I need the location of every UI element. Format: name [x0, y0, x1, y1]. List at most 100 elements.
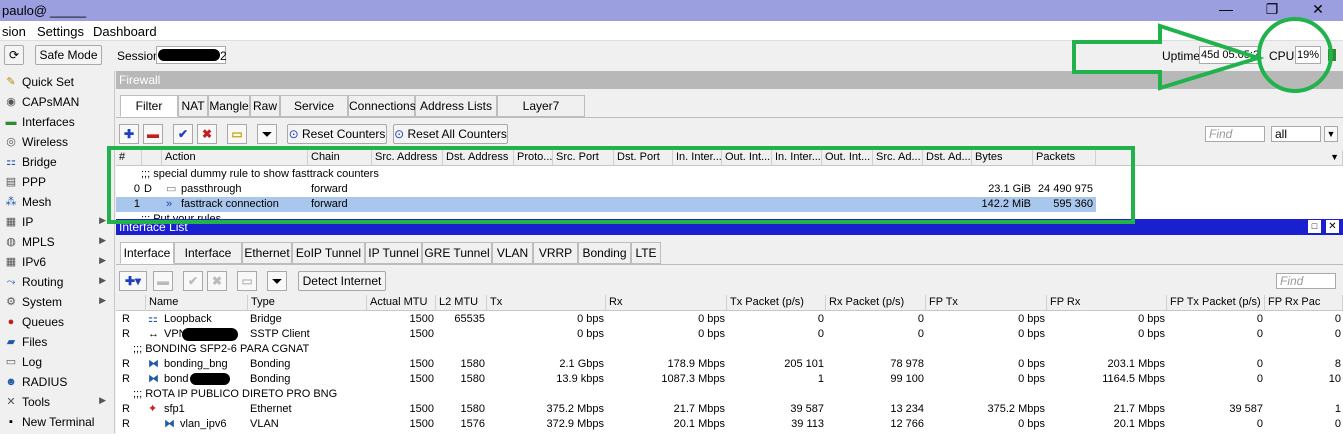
sidebar-item-mesh[interactable]: ⁂ Mesh: [0, 192, 114, 212]
tab-mangle[interactable]: Mangle: [208, 95, 250, 117]
refresh-icon[interactable]: ⟳: [4, 45, 24, 65]
sidebar-item-ipv6[interactable]: ▦ IPv6 ▶: [0, 252, 114, 272]
tab-address-lists[interactable]: Address Lists: [415, 95, 497, 117]
session-suffix: 2: [220, 49, 227, 63]
interface-list-tabs: InterfaceInterface ListEthernetEoIP Tunn…: [120, 242, 820, 280]
disable-icon[interactable]: ✖: [197, 124, 217, 144]
sidebar-item-quick-set[interactable]: ✎ Quick Set: [0, 72, 114, 92]
tab-ip-tunnel[interactable]: IP Tunnel: [365, 242, 422, 264]
sidebar-item-label: MPLS: [22, 235, 55, 249]
sidebar-item-routing[interactable]: ⤳ Routing ▶: [0, 272, 114, 292]
remove-icon[interactable]: ▬: [153, 271, 173, 291]
sidebar-item-files[interactable]: ▰ Files: [0, 332, 114, 352]
minimize-button[interactable]: —: [1203, 0, 1249, 21]
tab-vrrp[interactable]: VRRP: [533, 242, 578, 264]
tab-eoip-tunnel[interactable]: EoIP Tunnel: [292, 242, 365, 264]
column-header[interactable]: FP Tx Packet (p/s): [1167, 295, 1265, 311]
sidebar-item-system[interactable]: ⚙ System ▶: [0, 292, 114, 312]
column-header[interactable]: L2 MTU: [436, 295, 487, 311]
sidebar-item-bridge[interactable]: ⚏ Bridge: [0, 152, 114, 172]
filter-icon[interactable]: ⏷: [257, 124, 277, 144]
tab-interface-list[interactable]: Interface List: [174, 242, 242, 280]
chevron-right-icon: ▶: [99, 395, 106, 405]
bonding-icon: ⧓: [148, 373, 159, 385]
add-icon[interactable]: ✚: [119, 124, 139, 144]
terminal-icon: ▪: [9, 416, 13, 428]
sidebar: ✎ Quick Set ◉ CAPsMAN ▬ Interfaces ◎ Wireless ⚏ B…: [0, 71, 115, 433]
add-dropdown-icon[interactable]: ✚▾: [119, 271, 147, 291]
filter-dropdown-icon[interactable]: ▼: [1324, 126, 1338, 142]
menu-dashboard[interactable]: Dashboard: [93, 24, 157, 39]
tab-layer7-protocols[interactable]: Layer7 Protocols: [497, 95, 585, 133]
tab-raw[interactable]: Raw: [250, 95, 280, 117]
column-header[interactable]: Actual MTU: [367, 295, 436, 311]
column-header[interactable]: Rx: [606, 295, 727, 311]
sidebar-item-tools[interactable]: ✕ Tools ▶: [0, 392, 114, 412]
firewall-filter-select[interactable]: all: [1271, 126, 1321, 142]
column-header[interactable]: [116, 295, 146, 311]
tab-ethernet[interactable]: Ethernet: [242, 242, 292, 264]
interface-mtu: 1500: [409, 373, 434, 385]
remove-icon[interactable]: ▬: [143, 124, 163, 144]
interface-flag: R: [122, 418, 130, 430]
enable-icon[interactable]: ✔: [183, 271, 203, 291]
sidebar-item-new-terminal[interactable]: ▪ New Terminal: [0, 412, 114, 432]
tab-nat[interactable]: NAT: [178, 95, 208, 117]
sidebar-item-mpls[interactable]: ◍ MPLS ▶: [0, 232, 114, 252]
redaction-mark: [158, 49, 220, 61]
interface-fp-rx-packets: 1: [1334, 403, 1341, 415]
interface-find-input[interactable]: Find: [1276, 273, 1336, 289]
enable-icon[interactable]: ✔: [173, 124, 193, 144]
column-header[interactable]: Type: [248, 295, 367, 311]
tab-vlan[interactable]: VLAN: [492, 242, 533, 264]
interface-flag: R: [122, 373, 130, 385]
menu-session[interactable]: sion: [2, 24, 26, 39]
interface-fp-rx: 203.1 Mbps: [1107, 358, 1165, 370]
sidebar-item-capsman[interactable]: ◉ CAPsMAN: [0, 92, 114, 112]
interface-rx: 21.7 Mbps: [673, 403, 725, 415]
disable-icon[interactable]: ✖: [207, 271, 227, 291]
tab-filter-rules[interactable]: Filter Rules: [120, 95, 178, 133]
safe-mode-button[interactable]: Safe Mode: [35, 45, 102, 65]
column-header[interactable]: FP Rx Pac: [1265, 295, 1343, 311]
tab-gre-tunnel[interactable]: GRE Tunnel: [422, 242, 492, 264]
tab-connections[interactable]: Connections: [348, 95, 416, 117]
interface-fp-tx: 0 bps: [1018, 373, 1045, 385]
column-header[interactable]: FP Tx: [926, 295, 1047, 311]
window-title: paulo@: [2, 3, 48, 18]
interface-rx-packets: 0: [917, 328, 924, 340]
maximize-icon[interactable]: □: [1308, 220, 1321, 233]
interface-comment: ;;; BONDING SFP2-6 PARA CGNAT: [133, 343, 310, 355]
menu-settings[interactable]: Settings: [37, 24, 84, 39]
sidebar-item-label: New Terminal: [22, 415, 95, 429]
interface-table: Name Type Actual MTU L2 MTU Tx Rx Tx Packet (p…: [116, 295, 1343, 434]
sidebar-item-interfaces[interactable]: ▬ Interfaces: [0, 112, 114, 132]
sidebar-item-ip[interactable]: ▦ IP ▶: [0, 212, 114, 232]
close-icon[interactable]: ✕: [1326, 220, 1339, 233]
bonding-icon: ⧓: [148, 358, 159, 370]
reset-counters-button[interactable]: ⊙ Reset Counters: [287, 124, 387, 144]
tab-lte[interactable]: LTE: [631, 242, 661, 264]
sidebar-item-queues[interactable]: ● Queues: [0, 312, 114, 332]
column-header[interactable]: Tx: [487, 295, 606, 311]
column-header[interactable]: FP Rx: [1047, 295, 1167, 311]
sidebar-item-radius[interactable]: ☻ RADIUS: [0, 372, 114, 392]
tab-service-ports[interactable]: Service Ports: [280, 95, 348, 133]
sidebar-item-wireless[interactable]: ◎ Wireless: [0, 132, 114, 152]
sidebar-item-log[interactable]: ▭ Log: [0, 352, 114, 372]
ethernet-icon: ✦: [148, 403, 158, 415]
chevron-right-icon: ▶: [99, 275, 106, 285]
firewall-find-input[interactable]: Find: [1205, 126, 1265, 142]
comment-icon[interactable]: ▭: [227, 124, 247, 144]
column-header[interactable]: Name: [146, 295, 248, 311]
tab-bonding[interactable]: Bonding: [578, 242, 631, 264]
column-header[interactable]: Rx Packet (p/s): [826, 295, 926, 311]
interface-comment: ;;; ROTA IP PUBLICO DIRETO PRO BNG: [133, 388, 338, 400]
filter-icon[interactable]: ⏷: [267, 271, 287, 291]
comment-icon[interactable]: ▭: [237, 271, 257, 291]
detect-internet-button[interactable]: Detect Internet: [298, 271, 386, 291]
sidebar-item-ppp[interactable]: ▤ PPP: [0, 172, 114, 192]
column-header[interactable]: Tx Packet (p/s): [727, 295, 826, 311]
reset-all-counters-button[interactable]: ⊙ Reset All Counters: [393, 124, 508, 144]
tab-interface[interactable]: Interface: [120, 242, 174, 264]
